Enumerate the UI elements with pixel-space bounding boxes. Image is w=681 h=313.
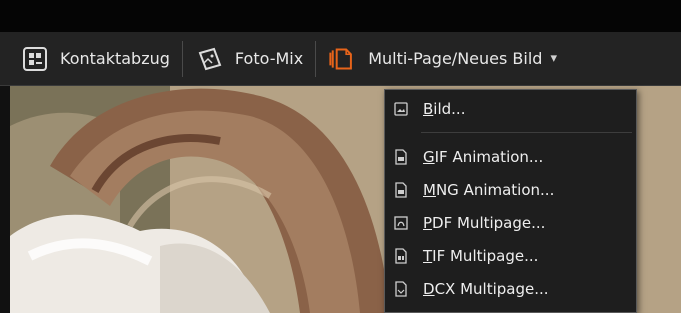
multi-page-icon — [328, 44, 358, 74]
menu-item-label: DCX Multipage... — [423, 280, 549, 298]
menu-item-dcx-multipage[interactable]: DCX Multipage... — [385, 276, 636, 302]
menu-item-image[interactable]: Bild... — [385, 96, 636, 122]
contact-sheet-icon — [20, 44, 50, 74]
menu-item-pdf-multipage[interactable]: PDF Multipage... — [385, 210, 636, 236]
menu-item-label: PDF Multipage... — [423, 214, 546, 232]
menu-item-label: Bild... — [423, 100, 466, 118]
menu-item-tif-multipage[interactable]: TIF Multipage... — [385, 243, 636, 269]
menu-item-label: TIF Multipage... — [423, 247, 539, 265]
menu-item-gif-animation[interactable]: GIF Animation... — [385, 144, 636, 170]
photo-mix-label: Foto-Mix — [234, 49, 304, 68]
gif-file-icon — [393, 149, 409, 165]
title-strip — [0, 0, 681, 32]
tif-file-icon — [393, 248, 409, 264]
dcx-file-icon — [393, 281, 409, 297]
toolbar-divider — [181, 40, 183, 77]
toolbar: Kontaktabzug Foto-Mix Multi-Page/Neues B… — [0, 32, 681, 86]
menu-separator — [421, 132, 632, 133]
photo-mix-button[interactable]: Foto-Mix — [195, 32, 303, 86]
multi-page-label: Multi-Page/Neues Bild — [368, 49, 543, 68]
image-icon — [393, 101, 409, 117]
contact-sheet-label: Kontaktabzug — [60, 49, 170, 68]
mng-file-icon — [393, 182, 409, 198]
menu-item-label: GIF Animation... — [423, 148, 544, 166]
new-image-dropdown-menu: Bild... GIF Animation... MNG Animation..… — [384, 89, 637, 313]
menu-item-mng-animation[interactable]: MNG Animation... — [385, 177, 636, 203]
toolbar-divider — [315, 40, 317, 77]
multi-page-button[interactable]: Multi-Page/Neues Bild ▾ — [328, 32, 557, 86]
photo-mix-icon — [195, 44, 225, 74]
chevron-down-icon[interactable]: ▾ — [550, 51, 557, 66]
contact-sheet-button[interactable]: Kontaktabzug — [20, 32, 170, 86]
pdf-file-icon — [393, 215, 409, 231]
menu-item-label: MNG Animation... — [423, 181, 555, 199]
